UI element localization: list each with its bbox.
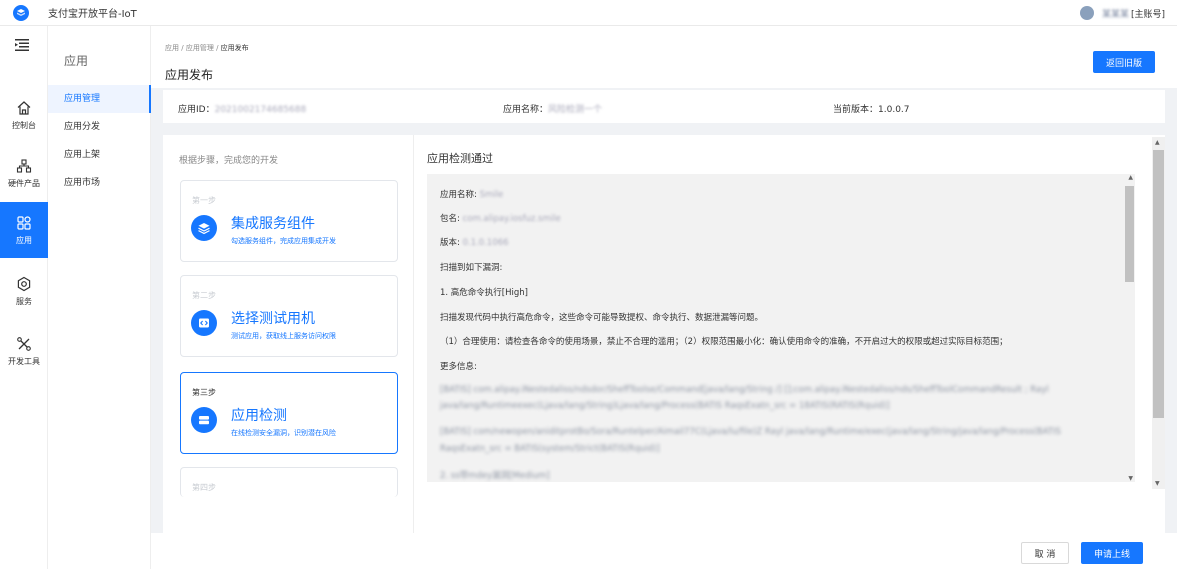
nav-item-apps[interactable]: 应用 xyxy=(0,202,48,258)
home-icon xyxy=(17,100,31,115)
app-name-value: 风险检测一个 xyxy=(548,105,603,115)
scroll-down-icon[interactable]: ▼ xyxy=(1155,480,1160,487)
breadcrumb-current: 应用发布 xyxy=(220,44,249,52)
return-old-version-button[interactable]: 返回旧版 xyxy=(1093,51,1155,73)
apps-icon xyxy=(17,215,31,230)
top-bar: 支付宝开放平台-IoT 某某某 [主账号] xyxy=(0,0,1177,26)
result-line: [BATIS] com/newopen/aniditprotBo/Sora/Ru… xyxy=(440,427,1061,437)
result-line: java/lang/Runtimeexec(Ljava/lang/String)… xyxy=(440,401,890,411)
result-line: 包名: com.alipay.iosfuz.smile xyxy=(440,214,561,224)
step-number: 第二步 xyxy=(192,291,216,300)
page-scrollbar-thumb[interactable] xyxy=(1153,150,1164,418)
scroll-down-icon[interactable]: ▼ xyxy=(1128,475,1133,482)
result-line: 2. ss带mdey漏洞[Medium] xyxy=(440,471,550,481)
step-card-integrate[interactable]: 第一步 集成服务组件 勾选服务组件，完成应用集成开发 xyxy=(180,180,398,262)
sub-nav: 应用 应用管理 应用分发 应用上架 应用市场 xyxy=(48,26,151,569)
device-icon xyxy=(191,407,217,433)
sub-nav-item-app-market[interactable]: 应用市场 xyxy=(48,169,151,197)
app-id-value: 2021002174685688 xyxy=(214,105,307,115)
result-line: 1. 高危命令执行[High] xyxy=(440,288,528,298)
check-result-title: 应用检测通过 xyxy=(427,152,493,165)
result-line: 应用名称: Smile xyxy=(440,190,504,200)
nav-label: 服务 xyxy=(16,296,32,306)
user-role: [主账号] xyxy=(1130,9,1165,20)
user-menu[interactable]: 某某某 [主账号] xyxy=(1079,6,1165,20)
result-line: 扫描到如下漏洞: xyxy=(440,263,503,273)
avatar xyxy=(1079,6,1094,20)
apply-online-button[interactable]: 申请上线 xyxy=(1081,542,1143,564)
app-id-field: 应用ID：2021002174685688 xyxy=(178,102,306,115)
content-card: 根据步骤，完成您的开发 第一步 集成服务组件 勾选服务组件，完成应用集成开发 第… xyxy=(163,135,1165,533)
version-value: 1.0.0.7 xyxy=(878,105,910,115)
nav-label: 硬件产品 xyxy=(8,178,40,188)
nav-label: 开发工具 xyxy=(8,356,40,366)
nav-item-devtools[interactable]: 开发工具 xyxy=(0,323,48,379)
cube-icon xyxy=(17,8,25,16)
sub-nav-item-app-management[interactable]: 应用管理 xyxy=(48,85,151,113)
result-line: [BATIS] com.alipay.iNestedaliss/ndsdor/S… xyxy=(440,385,1049,395)
alipay-logo xyxy=(13,4,29,21)
result-line: 更多信息: xyxy=(440,362,477,372)
user-name: 某某某 xyxy=(1101,9,1129,20)
tools-icon xyxy=(17,336,31,351)
nav-item-services[interactable]: 服务 xyxy=(0,263,48,319)
footer-actions: 取 消 申请上线 xyxy=(151,533,1177,569)
hardware-icon xyxy=(16,158,32,173)
result-line: 版本: 0.1.0.1066 xyxy=(440,238,509,248)
step-number: 第三步 xyxy=(192,388,216,397)
step-card-app-check[interactable]: 第三步 应用检测 在线检测安全漏洞，识别潜在风险 xyxy=(180,372,398,454)
breadcrumb-item[interactable]: 应用管理 xyxy=(186,44,214,52)
cancel-button[interactable]: 取 消 xyxy=(1021,542,1069,564)
step-card-step-four[interactable]: 第四步 xyxy=(180,467,398,497)
result-scrollbar[interactable]: ▲ ▼ xyxy=(1125,174,1135,482)
page-header: 应用 / 应用管理 / 应用发布 应用发布 返回旧版 xyxy=(151,26,1177,88)
code-icon xyxy=(191,310,217,336)
icon-nav: 控制台 硬件产品 应用 服务 开发工具 xyxy=(0,26,48,569)
page-scrollbar[interactable]: ▲ ▼ xyxy=(1152,137,1165,489)
menu-collapse-icon[interactable] xyxy=(15,39,29,51)
step-card-test-device[interactable]: 第二步 选择测试用机 测试应用，获取线上服务访问权限 xyxy=(180,275,398,357)
nav-label: 应用 xyxy=(16,235,32,245)
nav-item-dashboard[interactable]: 控制台 xyxy=(0,87,48,143)
sub-nav-item-app-distribution[interactable]: 应用分发 xyxy=(48,113,151,141)
step-title: 应用检测 xyxy=(231,408,287,424)
step-title: 集成服务组件 xyxy=(231,216,315,232)
breadcrumb-item[interactable]: 应用 xyxy=(165,44,179,52)
app-info-row: 应用ID：2021002174685688 应用名称：风险检测一个 当前版本：1… xyxy=(163,90,1165,123)
page-title: 应用发布 xyxy=(165,68,214,82)
step-title: 选择测试用机 xyxy=(231,311,315,327)
nav-item-hardware[interactable]: 硬件产品 xyxy=(0,145,48,201)
gear-icon xyxy=(17,276,31,291)
version-field: 当前版本：1.0.0.7 xyxy=(833,102,910,115)
app-id-label: 应用ID： xyxy=(178,105,215,115)
nav-label: 控制台 xyxy=(12,120,36,130)
result-line: （1）合理使用：请检查各命令的使用场景，禁止不合理的滥用；（2）权限范围最小化：… xyxy=(440,337,1008,347)
steps-hint: 根据步骤，完成您的开发 xyxy=(179,156,279,166)
version-label: 当前版本： xyxy=(833,105,879,115)
result-line: 扫描发现代码中执行高危命令，这些命令可能导致提权、命令执行、数据泄漏等问题。 xyxy=(440,313,764,323)
scroll-up-icon[interactable]: ▲ xyxy=(1128,174,1133,181)
breadcrumb: 应用 / 应用管理 / 应用发布 xyxy=(165,43,249,53)
check-result-box[interactable]: 应用名称: Smile 包名: com.alipay.iosfuz.smile … xyxy=(427,174,1135,482)
content-divider xyxy=(413,135,414,533)
app-name-field: 应用名称：风险检测一个 xyxy=(503,102,602,115)
app-name-label: 应用名称： xyxy=(503,105,549,115)
step-number: 第四步 xyxy=(192,483,216,492)
app-title: 支付宝开放平台-IoT xyxy=(48,9,137,20)
sub-nav-item-app-listing[interactable]: 应用上架 xyxy=(48,141,151,169)
result-line: RaqsExatn_src = BATIS(system/Strict(BATI… xyxy=(440,444,660,454)
layers-icon xyxy=(191,215,217,241)
result-scrollbar-thumb[interactable] xyxy=(1125,186,1134,282)
scroll-up-icon[interactable]: ▲ xyxy=(1155,139,1160,146)
step-description: 在线检测安全漏洞，识别潜在风险 xyxy=(231,429,336,437)
sub-nav-title: 应用 xyxy=(64,54,89,68)
step-number: 第一步 xyxy=(192,196,216,205)
step-description: 测试应用，获取线上服务访问权限 xyxy=(231,332,336,340)
step-description: 勾选服务组件，完成应用集成开发 xyxy=(231,237,336,245)
